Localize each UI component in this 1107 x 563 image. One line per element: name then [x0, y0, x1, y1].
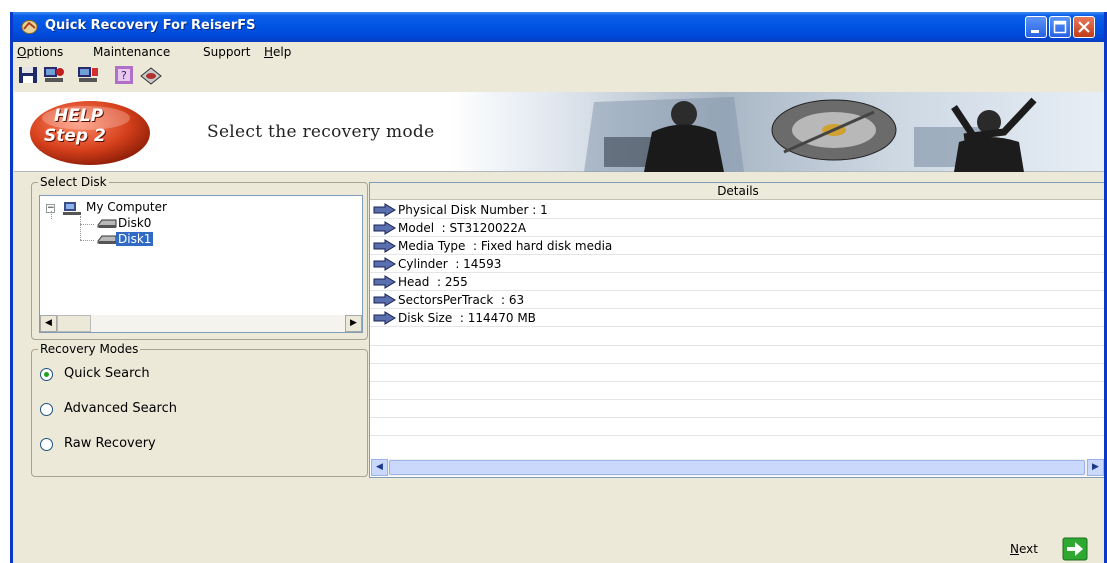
minimize-button[interactable] [1025, 16, 1047, 38]
radio-label-raw-recovery: Raw Recovery [64, 436, 156, 451]
title-bar[interactable]: Quick Recovery For ReiserFS [13, 12, 1104, 42]
svg-text:?: ? [121, 69, 127, 82]
grid-line [370, 399, 1104, 400]
radio-label-advanced-search: Advanced Search [64, 401, 178, 416]
hard-disk-icon [97, 219, 117, 228]
menu-options[interactable]: Options [17, 45, 63, 59]
menu-bar: Options Maintenance Support Help [13, 43, 1104, 61]
help-badge-text: HELP Step 2 [44, 106, 106, 146]
grid-line [370, 381, 1104, 382]
tree-label-disk1: Disk1 [116, 232, 154, 246]
tree-item-my-computer[interactable]: − My Computer [40, 200, 240, 217]
detail-row[interactable]: SectorsPerTrack : 63 [370, 291, 1104, 309]
tree-horizontal-scrollbar[interactable]: ◀ ▶ [40, 315, 362, 332]
radio-unselected-icon[interactable] [40, 403, 53, 416]
app-window: Quick Recovery For ReiserFS Options Main… [10, 12, 1107, 563]
select-disk-title: Select Disk [38, 175, 109, 189]
recovery-modes-title: Recovery Modes [38, 342, 141, 356]
maximize-icon [1053, 20, 1067, 34]
menu-maintenance[interactable]: Maintenance [93, 45, 170, 59]
computer-icon[interactable] [43, 64, 67, 86]
grid-line [370, 435, 1104, 436]
scroll-right-icon[interactable]: ▶ [345, 315, 362, 332]
arrow-right-icon [373, 275, 396, 289]
radio-label-quick-search: Quick Search [64, 366, 150, 381]
disk-icon[interactable] [139, 64, 163, 86]
scroll-left-icon[interactable]: ◀ [371, 459, 388, 476]
arrow-right-icon [373, 293, 396, 307]
app-icon [21, 20, 38, 34]
close-button[interactable] [1073, 16, 1095, 38]
detail-row[interactable]: Media Type : Fixed hard disk media [370, 237, 1104, 255]
arrow-right-icon [373, 257, 396, 271]
menu-support[interactable]: Support [203, 45, 250, 59]
detail-row[interactable]: Physical Disk Number : 1 [370, 201, 1104, 219]
details-list[interactable]: Details Physical Disk Number : 1 Model :… [369, 182, 1104, 478]
help-icon[interactable]: ? [113, 64, 137, 86]
grid-line [370, 363, 1104, 364]
save-icon[interactable] [17, 64, 41, 86]
minimize-icon [1031, 30, 1039, 33]
radio-quick-search[interactable]: Quick Search [40, 366, 240, 384]
tree-item-disk0[interactable]: Disk0 [40, 216, 190, 233]
radio-unselected-icon[interactable] [40, 438, 53, 451]
grid-line [370, 417, 1104, 418]
recovery-modes-group: Recovery Modes Quick Search Advanced Sea… [31, 342, 368, 477]
step-instruction: Select the recovery mode [207, 122, 435, 142]
radio-advanced-search[interactable]: Advanced Search [40, 401, 240, 419]
detail-row[interactable]: Cylinder : 14593 [370, 255, 1104, 273]
arrow-right-icon [373, 221, 396, 235]
disk-tree[interactable]: − My Computer Disk0 Disk1 ◀ ▶ [39, 195, 363, 333]
detail-row[interactable]: Disk Size : 114470 MB [370, 309, 1104, 327]
tree-label-disk0: Disk0 [118, 216, 152, 230]
arrow-right-icon [373, 239, 396, 253]
radio-selected-icon[interactable] [40, 368, 53, 381]
grid-line [370, 345, 1104, 346]
maximize-button[interactable] [1049, 16, 1071, 38]
computer-icon [63, 202, 81, 215]
banner-illustration [584, 97, 1037, 172]
window-title: Quick Recovery For ReiserFS [45, 18, 256, 33]
select-disk-group: Select Disk − My Computer Disk0 Disk1 ◀ … [31, 175, 368, 340]
tree-label-my-computer: My Computer [86, 200, 167, 214]
close-icon [1078, 21, 1090, 33]
toolbar: ? [17, 62, 317, 90]
scroll-thumb[interactable] [389, 460, 1085, 475]
scroll-thumb[interactable] [57, 315, 91, 332]
arrow-right-icon [373, 203, 396, 217]
details-horizontal-scrollbar[interactable]: ◀ ▶ [371, 459, 1104, 476]
step-banner: HELP Step 2 Select the recovery mode [14, 92, 1104, 172]
next-area: Next [1010, 537, 1100, 563]
next-arrow-icon[interactable] [1062, 537, 1088, 561]
scroll-right-icon[interactable]: ▶ [1087, 459, 1104, 476]
computer-icon[interactable] [77, 64, 101, 86]
tree-item-disk1[interactable]: Disk1 [40, 232, 190, 249]
details-column-header[interactable]: Details [370, 183, 1104, 200]
hard-disk-icon [97, 235, 117, 244]
menu-help[interactable]: Help [264, 45, 291, 59]
detail-row[interactable]: Model : ST3120022A [370, 219, 1104, 237]
detail-row[interactable]: Head : 255 [370, 273, 1104, 291]
arrow-right-icon [373, 311, 396, 325]
scroll-left-icon[interactable]: ◀ [40, 315, 57, 332]
radio-raw-recovery[interactable]: Raw Recovery [40, 436, 240, 454]
next-label[interactable]: Next [1010, 542, 1038, 556]
